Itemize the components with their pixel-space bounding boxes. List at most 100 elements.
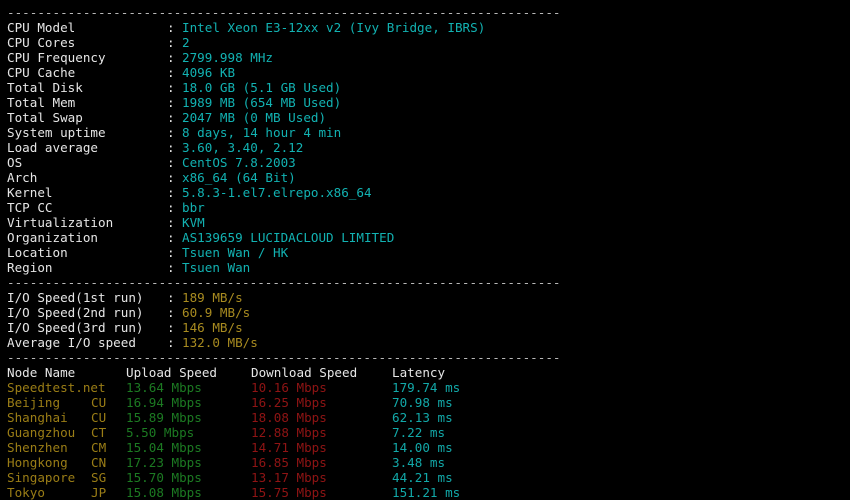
system-info-block: CPU Model: Intel Xeon E3-12xx v2 (Ivy Bri… [0, 20, 850, 275]
speedtest-download-value: 14.71 Mbps [251, 440, 327, 455]
sysinfo-value: AS139659 LUCIDACLOUD LIMITED [182, 230, 395, 245]
iospeed-label: I/O Speed(2nd run) [7, 305, 144, 320]
sysinfo-row: Arch: x86_64 (64 Bit) [0, 170, 850, 185]
speedtest-row: Beijing CU 16.94 Mbps 16.25 Mbps 70.98 ms [0, 395, 850, 410]
sysinfo-value: 2 [182, 35, 190, 50]
speedtest-download-value: 16.85 Mbps [251, 455, 327, 470]
iospeed-label: Average I/O speed [7, 335, 136, 350]
iospeed-colon: : [167, 320, 175, 335]
sysinfo-value: 8 days, 14 hour 4 min [182, 125, 342, 140]
speedtest-download-value: 10.16 Mbps [251, 380, 327, 395]
sysinfo-colon: : [167, 20, 175, 35]
sysinfo-colon: : [167, 215, 175, 230]
sysinfo-value: KVM [182, 215, 205, 230]
speedtest-header-latency: Latency [392, 365, 446, 380]
sysinfo-colon: : [167, 170, 175, 185]
speedtest-node-name: Speedtest.net [7, 380, 106, 395]
speedtest-node-isp: CM [91, 440, 107, 455]
sysinfo-colon: : [167, 245, 175, 260]
speedtest-download-value: 13.17 Mbps [251, 470, 327, 485]
sysinfo-value: Tsuen Wan / HK [182, 245, 289, 260]
sysinfo-label: Load average [7, 140, 98, 155]
speedtest-node-isp: CN [91, 455, 107, 470]
sysinfo-row: Organization: AS139659 LUCIDACLOUD LIMITE… [0, 230, 850, 245]
speedtest-node-cell: Tokyo JP [7, 485, 126, 500]
sysinfo-value: bbr [182, 200, 205, 215]
iospeed-label: I/O Speed(3rd run) [7, 320, 144, 335]
iospeed-value: 189 MB/s [182, 290, 243, 305]
sysinfo-colon: : [167, 50, 175, 65]
sysinfo-label: Kernel [7, 185, 53, 200]
speedtest-row: Speedtest.net 13.64 Mbps 10.16 Mbps 179.74 … [0, 380, 850, 395]
io-speed-block: I/O Speed(1st run):189 MB/s I/O Speed(2nd… [0, 290, 850, 350]
speedtest-node-name: Singapore [7, 470, 76, 485]
sysinfo-row: Total Swap:2047 MB (0 MB Used) [0, 110, 850, 125]
speedtest-latency-value: 7.22 ms [392, 425, 446, 440]
speedtest-download-value: 15.75 Mbps [251, 485, 327, 500]
sysinfo-label: Organization [7, 230, 98, 245]
speedtest-node-cell: Beijing CU [7, 395, 126, 410]
speedtest-row: Shanghai CU 15.89 Mbps 18.08 Mbps 62.13 ms [0, 410, 850, 425]
speedtest-node-cell: Shenzhen CM [7, 440, 126, 455]
speedtest-download-value: 12.88 Mbps [251, 425, 327, 440]
speedtest-download-value: 16.25 Mbps [251, 395, 327, 410]
sysinfo-row: CPU Cache:4096 KB [0, 65, 850, 80]
speedtest-block: Node Name Upload Speed Download Speed Laten… [0, 365, 850, 500]
separator-top: ----------------------------------------… [7, 5, 561, 20]
sysinfo-label: Region [7, 260, 53, 275]
sysinfo-value: Intel Xeon E3-12xx v2 (Ivy Bridge, IBRS) [182, 20, 486, 35]
sysinfo-row: Load average:3.60, 3.40, 2.12 [0, 140, 850, 155]
sysinfo-colon: : [167, 125, 175, 140]
speedtest-node-cell: Guangzhou CT [7, 425, 126, 440]
iospeed-label: I/O Speed(1st run) [7, 290, 144, 305]
speedtest-node-cell: Hongkong CN [7, 455, 126, 470]
sysinfo-label: CPU Cache [7, 65, 76, 80]
sysinfo-row: CPU Cores:2 [0, 35, 850, 50]
speedtest-node-cell: Shanghai CU [7, 410, 126, 425]
speedtest-header-row: Node Name Upload Speed Download Speed Laten… [0, 365, 850, 380]
separator-bottom: ----------------------------------------… [7, 350, 561, 365]
iospeed-colon: : [167, 305, 175, 320]
speedtest-upload-value: 17.23 Mbps [126, 455, 202, 470]
iospeed-row: Average I/O speed:132.0 MB/s [0, 335, 850, 350]
iospeed-value: 146 MB/s [182, 320, 243, 335]
sysinfo-label: Arch [7, 170, 38, 185]
speedtest-node-isp: SG [91, 470, 107, 485]
iospeed-row: I/O Speed(1st run):189 MB/s [0, 290, 850, 305]
speedtest-latency-value: 70.98 ms [392, 395, 453, 410]
sysinfo-value: 4096 KB [182, 65, 236, 80]
speedtest-upload-value: 15.70 Mbps [126, 470, 202, 485]
iospeed-row: I/O Speed(3rd run):146 MB/s [0, 320, 850, 335]
sysinfo-colon: : [167, 35, 175, 50]
sysinfo-label: Virtualization [7, 215, 114, 230]
speedtest-latency-value: 62.13 ms [392, 410, 453, 425]
iospeed-value: 132.0 MB/s [182, 335, 258, 350]
speedtest-row: Guangzhou CT 5.50 Mbps 12.88 Mbps 7.22 ms [0, 425, 850, 440]
sysinfo-label: OS [7, 155, 23, 170]
sysinfo-value: x86_64 (64 Bit) [182, 170, 296, 185]
speedtest-node-isp: CU [91, 395, 107, 410]
sysinfo-row: CPU Frequency:2799.998 MHz [0, 50, 850, 65]
separator-middle: ----------------------------------------… [7, 275, 561, 290]
sysinfo-colon: : [167, 80, 175, 95]
sysinfo-label: Total Mem [7, 95, 76, 110]
speedtest-upload-value: 15.89 Mbps [126, 410, 202, 425]
speedtest-header-upload: Upload Speed [126, 365, 217, 380]
sysinfo-value: 1989 MB (654 MB Used) [182, 95, 342, 110]
speedtest-node-name: Tokyo [7, 485, 45, 500]
speedtest-latency-value: 3.48 ms [392, 455, 446, 470]
speedtest-node-cell: Speedtest.net [7, 380, 126, 395]
speedtest-row: Shenzhen CM 15.04 Mbps 14.71 Mbps 14.00 ms [0, 440, 850, 455]
terminal-window: ----------------------------------------… [0, 0, 850, 500]
sysinfo-value: 2799.998 MHz [182, 50, 273, 65]
sysinfo-colon: : [167, 95, 175, 110]
sysinfo-value: Tsuen Wan [182, 260, 251, 275]
sysinfo-value: CentOS 7.8.2003 [182, 155, 296, 170]
sysinfo-colon: : [167, 110, 175, 125]
speedtest-row: Hongkong CN 17.23 Mbps 16.85 Mbps 3.48 ms [0, 455, 850, 470]
sysinfo-label: System uptime [7, 125, 106, 140]
speedtest-node-isp: CU [91, 410, 107, 425]
sysinfo-label: Total Swap [7, 110, 83, 125]
sysinfo-label: CPU Model [7, 20, 76, 35]
iospeed-colon: : [167, 290, 175, 305]
